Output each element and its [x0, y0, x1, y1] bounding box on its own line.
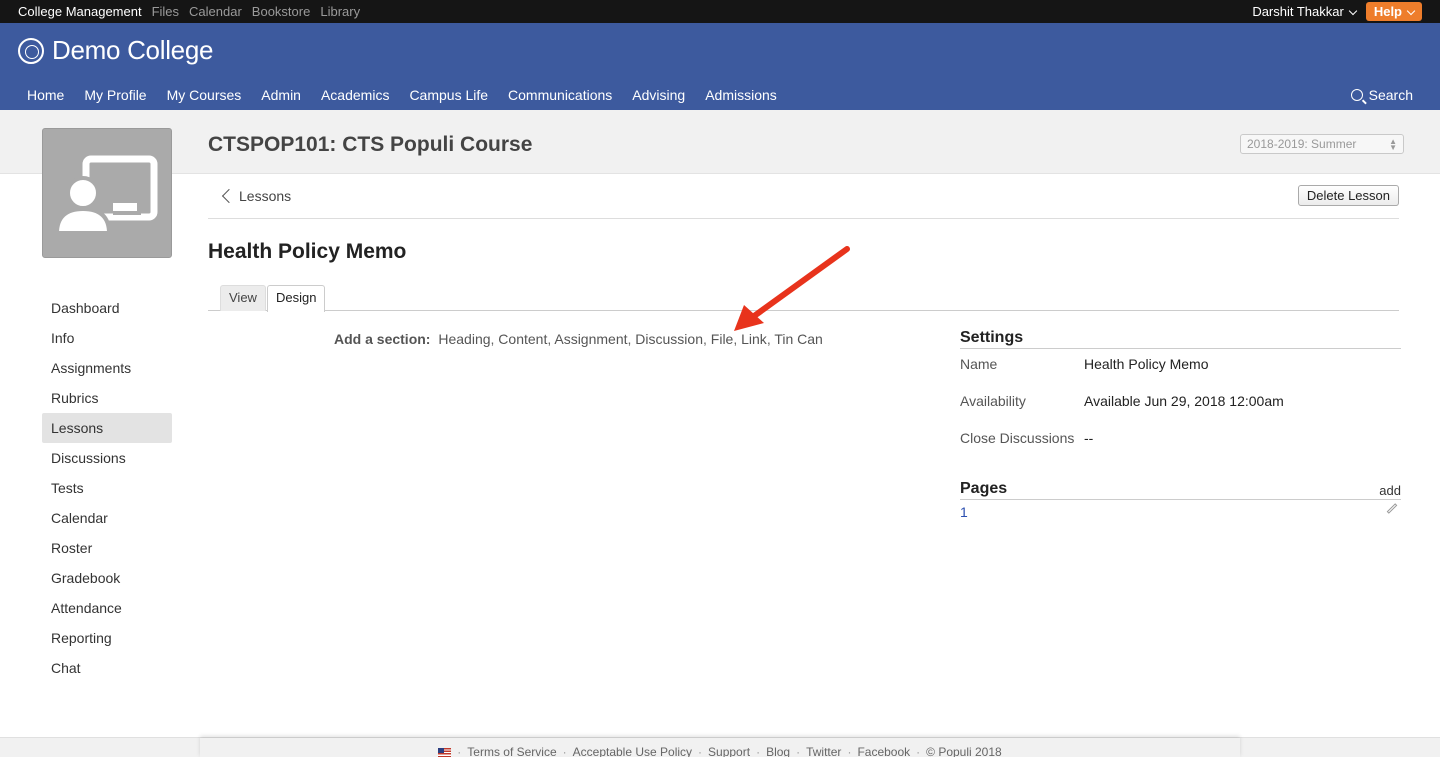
sidebar-item-assignments[interactable]: Assignments: [42, 353, 172, 383]
sidebar-item-attendance[interactable]: Attendance: [42, 593, 172, 623]
sidebar-item-rubrics[interactable]: Rubrics: [42, 383, 172, 413]
separator: ·: [756, 745, 761, 757]
help-label: Help: [1373, 4, 1402, 19]
page-link[interactable]: 1: [960, 504, 968, 520]
sidebar-item-lessons[interactable]: Lessons: [42, 413, 172, 443]
tab-design[interactable]: Design: [267, 285, 326, 312]
top-app-bar: College Management Files Calendar Bookst…: [0, 0, 1440, 23]
settings-value: --: [1084, 430, 1094, 446]
separator: ·: [698, 745, 703, 757]
settings-row-name: Name Health Policy Memo: [960, 349, 1401, 386]
course-sidebar: Dashboard Info Assignments Rubrics Lesso…: [42, 293, 172, 683]
brand[interactable]: Demo College: [18, 35, 213, 66]
separator: ·: [562, 745, 567, 757]
settings-key: Close Discussions: [960, 430, 1075, 446]
separator: ·: [457, 745, 462, 757]
sidebar-item-discussions[interactable]: Discussions: [42, 443, 172, 473]
sidebar-item-reporting[interactable]: Reporting: [42, 623, 172, 653]
settings-key: Name: [960, 356, 998, 372]
footer-links: · Terms of Service · Acceptable Use Poli…: [200, 738, 1240, 757]
footer: · Terms of Service · Acceptable Use Poli…: [0, 737, 1440, 757]
chevron-left-icon[interactable]: [221, 188, 237, 204]
add-section-label: Add a section:: [334, 331, 431, 347]
term-select[interactable]: 2018-2019: Summer ▲ ▼: [1240, 134, 1404, 154]
user-menu[interactable]: Darshit Thakkar: [1252, 4, 1358, 19]
user-name: Darshit Thakkar: [1252, 4, 1344, 19]
sidebar-item-dashboard[interactable]: Dashboard: [42, 293, 172, 323]
search-label: Search: [1368, 87, 1413, 103]
settings-title: Settings: [960, 329, 1401, 349]
search-button[interactable]: Search: [1350, 87, 1413, 103]
annotation-arrow-icon: [734, 246, 850, 331]
us-flag-icon[interactable]: [438, 747, 452, 757]
pages-title: Pages: [960, 480, 1401, 500]
sidebar-item-roster[interactable]: Roster: [42, 533, 172, 563]
settings-row-close-discussions: Close Discussions --: [960, 423, 1401, 460]
footer-link-blog[interactable]: Blog: [766, 745, 790, 757]
search-icon: [1350, 89, 1363, 101]
sidebar-item-tests[interactable]: Tests: [42, 473, 172, 503]
add-heading-link[interactable]: Heading: [438, 331, 490, 347]
footer-link-twitter[interactable]: Twitter: [806, 745, 841, 757]
college-seal-icon: [18, 37, 44, 64]
footer-link-terms[interactable]: Terms of Service: [467, 745, 556, 757]
separator: ·: [916, 745, 921, 757]
app-college-management[interactable]: College Management: [18, 4, 142, 19]
nav-my-courses[interactable]: My Courses: [167, 87, 242, 103]
add-assignment-link[interactable]: Assignment: [554, 331, 627, 347]
help-button[interactable]: Help: [1365, 2, 1422, 21]
settings-value: Health Policy Memo: [1084, 356, 1209, 372]
topbar-right: Darshit Thakkar Help: [1252, 2, 1422, 21]
sidebar-item-chat[interactable]: Chat: [42, 653, 172, 683]
footer-copyright: © Populi 2018: [926, 745, 1002, 757]
footer-link-facebook[interactable]: Facebook: [857, 745, 910, 757]
pages-panel: Pages add 1: [960, 480, 1401, 520]
nav-communications[interactable]: Communications: [508, 87, 612, 103]
add-page-link[interactable]: add: [1379, 483, 1401, 498]
sidebar-item-calendar[interactable]: Calendar: [42, 503, 172, 533]
separator: ·: [796, 745, 801, 757]
pencil-icon[interactable]: [1386, 503, 1398, 514]
app-calendar[interactable]: Calendar: [189, 4, 242, 19]
lesson-toolbar: Lessons Delete Lesson: [208, 185, 1399, 219]
settings-value: Available Jun 29, 2018 12:00am: [1084, 393, 1284, 409]
app-files[interactable]: Files: [152, 4, 179, 19]
add-content-link[interactable]: Content: [498, 331, 547, 347]
app-bookstore[interactable]: Bookstore: [252, 4, 311, 19]
select-arrows-icon: ▲ ▼: [1389, 137, 1397, 152]
separator: ·: [847, 745, 852, 757]
chevron-down-icon: [1348, 6, 1358, 16]
add-discussion-link[interactable]: Discussion: [635, 331, 703, 347]
course-image: [42, 128, 172, 258]
settings-key: Availability: [960, 393, 1026, 409]
chevron-down-icon: [1406, 6, 1416, 16]
nav-academics[interactable]: Academics: [321, 87, 389, 103]
term-value: 2018-2019: Summer: [1247, 137, 1357, 151]
settings-row-availability: Availability Available Jun 29, 2018 12:0…: [960, 386, 1401, 423]
nav-my-profile[interactable]: My Profile: [84, 87, 146, 103]
sidebar-item-gradebook[interactable]: Gradebook: [42, 563, 172, 593]
brand-name: Demo College: [52, 35, 214, 65]
nav-admissions[interactable]: Admissions: [705, 87, 777, 103]
nav-admin[interactable]: Admin: [261, 87, 301, 103]
app-library[interactable]: Library: [320, 4, 360, 19]
footer-link-support[interactable]: Support: [708, 745, 750, 757]
site-header: Demo College Home My Profile My Courses …: [0, 23, 1440, 110]
classroom-icon: [54, 155, 158, 235]
back-to-lessons-link[interactable]: Lessons: [239, 188, 291, 204]
nav-campus-life[interactable]: Campus Life: [409, 87, 488, 103]
course-title: CTSPOP101: CTS Populi Course: [208, 133, 533, 156]
footer-link-aup[interactable]: Acceptable Use Policy: [573, 745, 692, 757]
tab-view[interactable]: View: [220, 285, 266, 311]
main-nav: Home My Profile My Courses Admin Academi…: [17, 87, 787, 103]
lesson-title: Health Policy Memo: [208, 240, 407, 263]
nav-advising[interactable]: Advising: [632, 87, 685, 103]
delete-lesson-button[interactable]: Delete Lesson: [1297, 185, 1399, 206]
sidebar-item-info[interactable]: Info: [42, 323, 172, 353]
settings-panel: Settings Name Health Policy Memo Availab…: [960, 329, 1401, 460]
nav-home[interactable]: Home: [27, 87, 64, 103]
